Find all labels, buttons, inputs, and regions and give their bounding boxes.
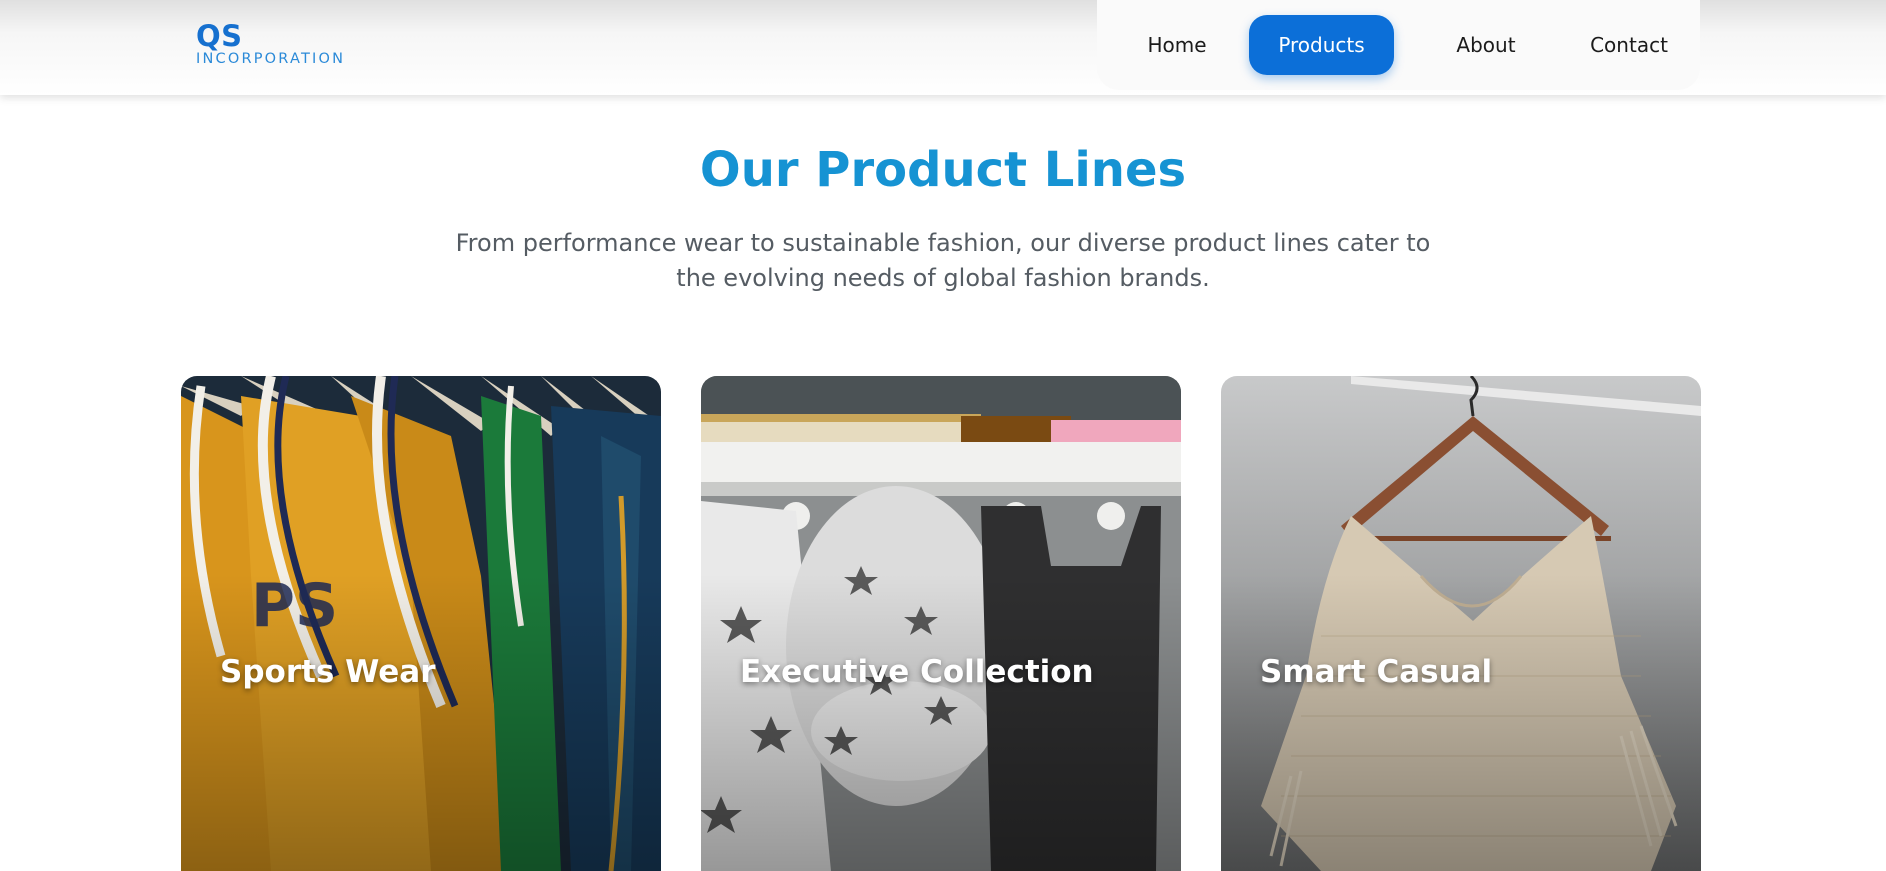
section-description: From performance wear to sustainable fas… [455,229,1431,292]
section-title: Our Product Lines [699,142,1187,198]
product-card-smart-casual[interactable]: Smart Casual [1221,376,1701,871]
logo-mark: QS [196,19,243,53]
nav-about-link[interactable]: About [1430,15,1542,75]
card-shade [181,376,661,871]
site-header: QS INCORPORATION Home Products About Con… [0,0,1886,95]
nav-contact-link[interactable]: Contact [1568,15,1690,75]
card-shade [1221,376,1701,871]
product-card-executive-collection[interactable]: Executive Collection [701,376,1181,871]
card-title: Sports Wear [220,654,436,690]
nav-products-link[interactable]: Products [1249,15,1394,75]
company-logo[interactable]: QS INCORPORATION [196,22,345,67]
logo-subtitle: INCORPORATION [196,51,346,67]
product-card-sports-wear[interactable]: PS Sports Wear [181,376,661,871]
nav-home-link[interactable]: Home [1127,15,1227,75]
card-title: Smart Casual [1260,654,1493,690]
card-shade [701,376,1181,871]
card-title: Executive Collection [740,654,1094,690]
main-nav: Home Products About Contact [1097,0,1700,90]
